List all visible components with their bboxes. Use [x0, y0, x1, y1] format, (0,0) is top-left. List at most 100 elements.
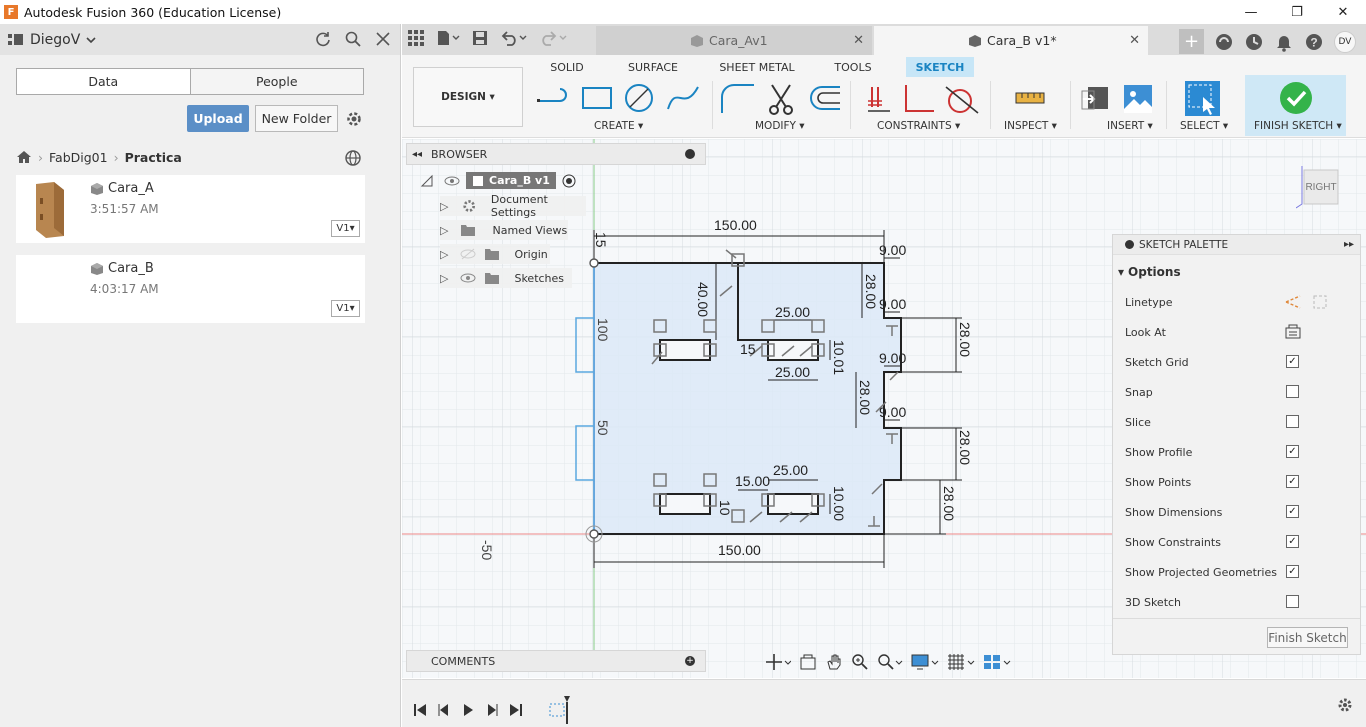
trim-tool-icon[interactable] [764, 83, 798, 115]
show-profile-checkbox[interactable]: ✓ [1286, 445, 1299, 458]
file-item-cara-b[interactable]: Cara_B 4:03:17 AM V1 ▾ [16, 255, 365, 323]
sketch-palette-header[interactable]: SKETCH PALETTE ▸▸ [1113, 235, 1360, 255]
timeline-settings-gear-icon[interactable] [1336, 696, 1354, 714]
palette-minimize-icon[interactable] [1125, 240, 1134, 249]
user-dropdown[interactable]: DiegoV [8, 32, 96, 48]
activate-radio-icon[interactable] [562, 174, 576, 188]
browser-item-named-views[interactable]: ▷ Named Views [440, 220, 568, 240]
file-item-cara-a[interactable]: Cara_A 3:51:57 AM V1 ▾ [16, 175, 365, 243]
browser-item-sketches[interactable]: ▷ Sketches [440, 268, 572, 288]
insert-image-icon[interactable] [1122, 83, 1154, 115]
browser-panel-header[interactable]: ◂◂ BROWSER [406, 143, 706, 165]
new-tab-button[interactable]: + [1179, 29, 1204, 54]
upload-button[interactable]: Upload [187, 105, 249, 132]
hidden-eye-icon[interactable] [460, 247, 476, 261]
restore-button[interactable]: ❐ [1274, 0, 1320, 24]
viewcube[interactable]: Z RIGHT [1295, 156, 1346, 217]
coincident-constraint-icon[interactable] [864, 83, 894, 115]
slice-checkbox[interactable] [1286, 415, 1299, 428]
insert-derive-icon[interactable] [1080, 83, 1112, 115]
home-icon[interactable] [16, 150, 32, 164]
version-dropdown[interactable]: V1 ▾ [331, 300, 360, 317]
show-points-checkbox[interactable]: ✓ [1286, 475, 1299, 488]
snap-checkbox[interactable] [1286, 385, 1299, 398]
browser-item-document-settings[interactable]: ▷ Document Settings [440, 193, 586, 219]
spline-tool-icon[interactable] [666, 83, 700, 113]
look-at-icon[interactable] [1285, 324, 1301, 340]
inspect-menu[interactable]: INSPECT ▾ [1004, 120, 1057, 132]
modify-menu[interactable]: MODIFY ▾ [755, 120, 805, 132]
circle-tool-icon[interactable] [622, 83, 656, 113]
step-forward-icon[interactable] [484, 702, 500, 718]
browser-root[interactable]: Cara_B v1 [420, 172, 576, 189]
globe-icon[interactable] [344, 149, 362, 167]
tab-tools[interactable]: TOOLS [828, 57, 878, 77]
play-icon[interactable] [460, 702, 476, 718]
sketch-grid-checkbox[interactable]: ✓ [1286, 355, 1299, 368]
grid-settings-icon[interactable] [947, 653, 975, 671]
create-menu[interactable]: CREATE ▾ [594, 120, 643, 132]
perpendicular-constraint-icon[interactable] [902, 83, 936, 115]
line-tool-icon[interactable] [536, 83, 572, 113]
breadcrumb-project[interactable]: FabDig01 [49, 150, 108, 165]
avatar[interactable]: DV [1334, 30, 1356, 53]
tab-sketch[interactable]: SKETCH [906, 57, 974, 77]
grid-apps-icon[interactable] [408, 30, 424, 46]
tab-solid[interactable]: SOLID [542, 57, 592, 77]
eye-icon[interactable] [460, 271, 476, 285]
centerline-icon[interactable] [1312, 294, 1328, 310]
display-settings-icon[interactable] [911, 653, 939, 671]
orbit-icon[interactable] [765, 653, 791, 671]
notifications-icon[interactable] [1274, 32, 1294, 52]
add-comment-icon[interactable]: + [685, 656, 695, 666]
undo-icon[interactable] [500, 30, 528, 46]
browser-minimize-icon[interactable] [685, 149, 695, 159]
new-folder-button[interactable]: New Folder [255, 105, 338, 132]
constraints-menu[interactable]: CONSTRAINTS ▾ [877, 120, 960, 132]
tab-data[interactable]: Data [17, 69, 191, 94]
close-tab-icon[interactable]: ✕ [1129, 33, 1140, 48]
close-window-button[interactable]: ✕ [1320, 0, 1366, 24]
version-dropdown[interactable]: V1 ▾ [331, 220, 360, 237]
job-status-icon[interactable] [1244, 32, 1264, 52]
eye-icon[interactable] [444, 174, 460, 188]
go-to-start-icon[interactable] [412, 702, 428, 718]
timeline-sketch-feature-icon[interactable] [548, 696, 572, 724]
step-back-icon[interactable] [436, 702, 452, 718]
palette-finish-sketch-button[interactable]: Finish Sketch [1267, 627, 1348, 648]
refresh-icon[interactable] [314, 30, 332, 48]
measure-tool-icon[interactable] [1014, 83, 1046, 113]
rectangle-tool-icon[interactable] [580, 83, 614, 113]
expand-palette-icon[interactable]: ▸▸ [1344, 239, 1354, 250]
construction-line-icon[interactable] [1284, 294, 1302, 310]
save-icon[interactable] [472, 30, 488, 46]
tab-surface[interactable]: SURFACE [622, 57, 684, 77]
offset-tool-icon[interactable] [806, 83, 842, 115]
search-icon[interactable] [344, 30, 362, 48]
select-menu[interactable]: SELECT ▾ [1180, 120, 1228, 132]
collapse-browser-icon[interactable]: ◂◂ [412, 149, 422, 160]
insert-menu[interactable]: INSERT ▾ [1107, 120, 1153, 132]
minimize-button[interactable]: — [1228, 0, 1274, 24]
help-icon[interactable]: ? [1304, 32, 1324, 52]
show-dimensions-checkbox[interactable]: ✓ [1286, 505, 1299, 518]
select-tool-icon[interactable] [1185, 81, 1220, 116]
close-tab-icon[interactable]: ✕ [853, 33, 864, 48]
file-menu-icon[interactable] [436, 30, 460, 46]
3d-sketch-checkbox[interactable] [1286, 595, 1299, 608]
breadcrumb-folder[interactable]: Practica [125, 150, 182, 165]
options-section[interactable]: ▾ Options [1118, 265, 1181, 279]
tab-sheet-metal[interactable]: SHEET METAL [714, 57, 800, 77]
comments-panel[interactable]: COMMENTS + [406, 650, 706, 672]
tab-people[interactable]: People [190, 69, 363, 94]
browser-item-origin[interactable]: ▷ Origin [440, 244, 550, 264]
fillet-tool-icon[interactable] [720, 83, 756, 115]
finish-sketch-button[interactable]: FINISH SKETCH ▾ [1245, 75, 1346, 136]
extensions-icon[interactable] [1214, 32, 1234, 52]
zoom-window-icon[interactable] [877, 653, 903, 671]
zoom-icon[interactable] [851, 653, 869, 671]
go-to-end-icon[interactable] [508, 702, 524, 718]
look-at-icon[interactable] [799, 653, 817, 671]
viewports-icon[interactable] [983, 653, 1011, 671]
show-projected-checkbox[interactable]: ✓ [1286, 565, 1299, 578]
